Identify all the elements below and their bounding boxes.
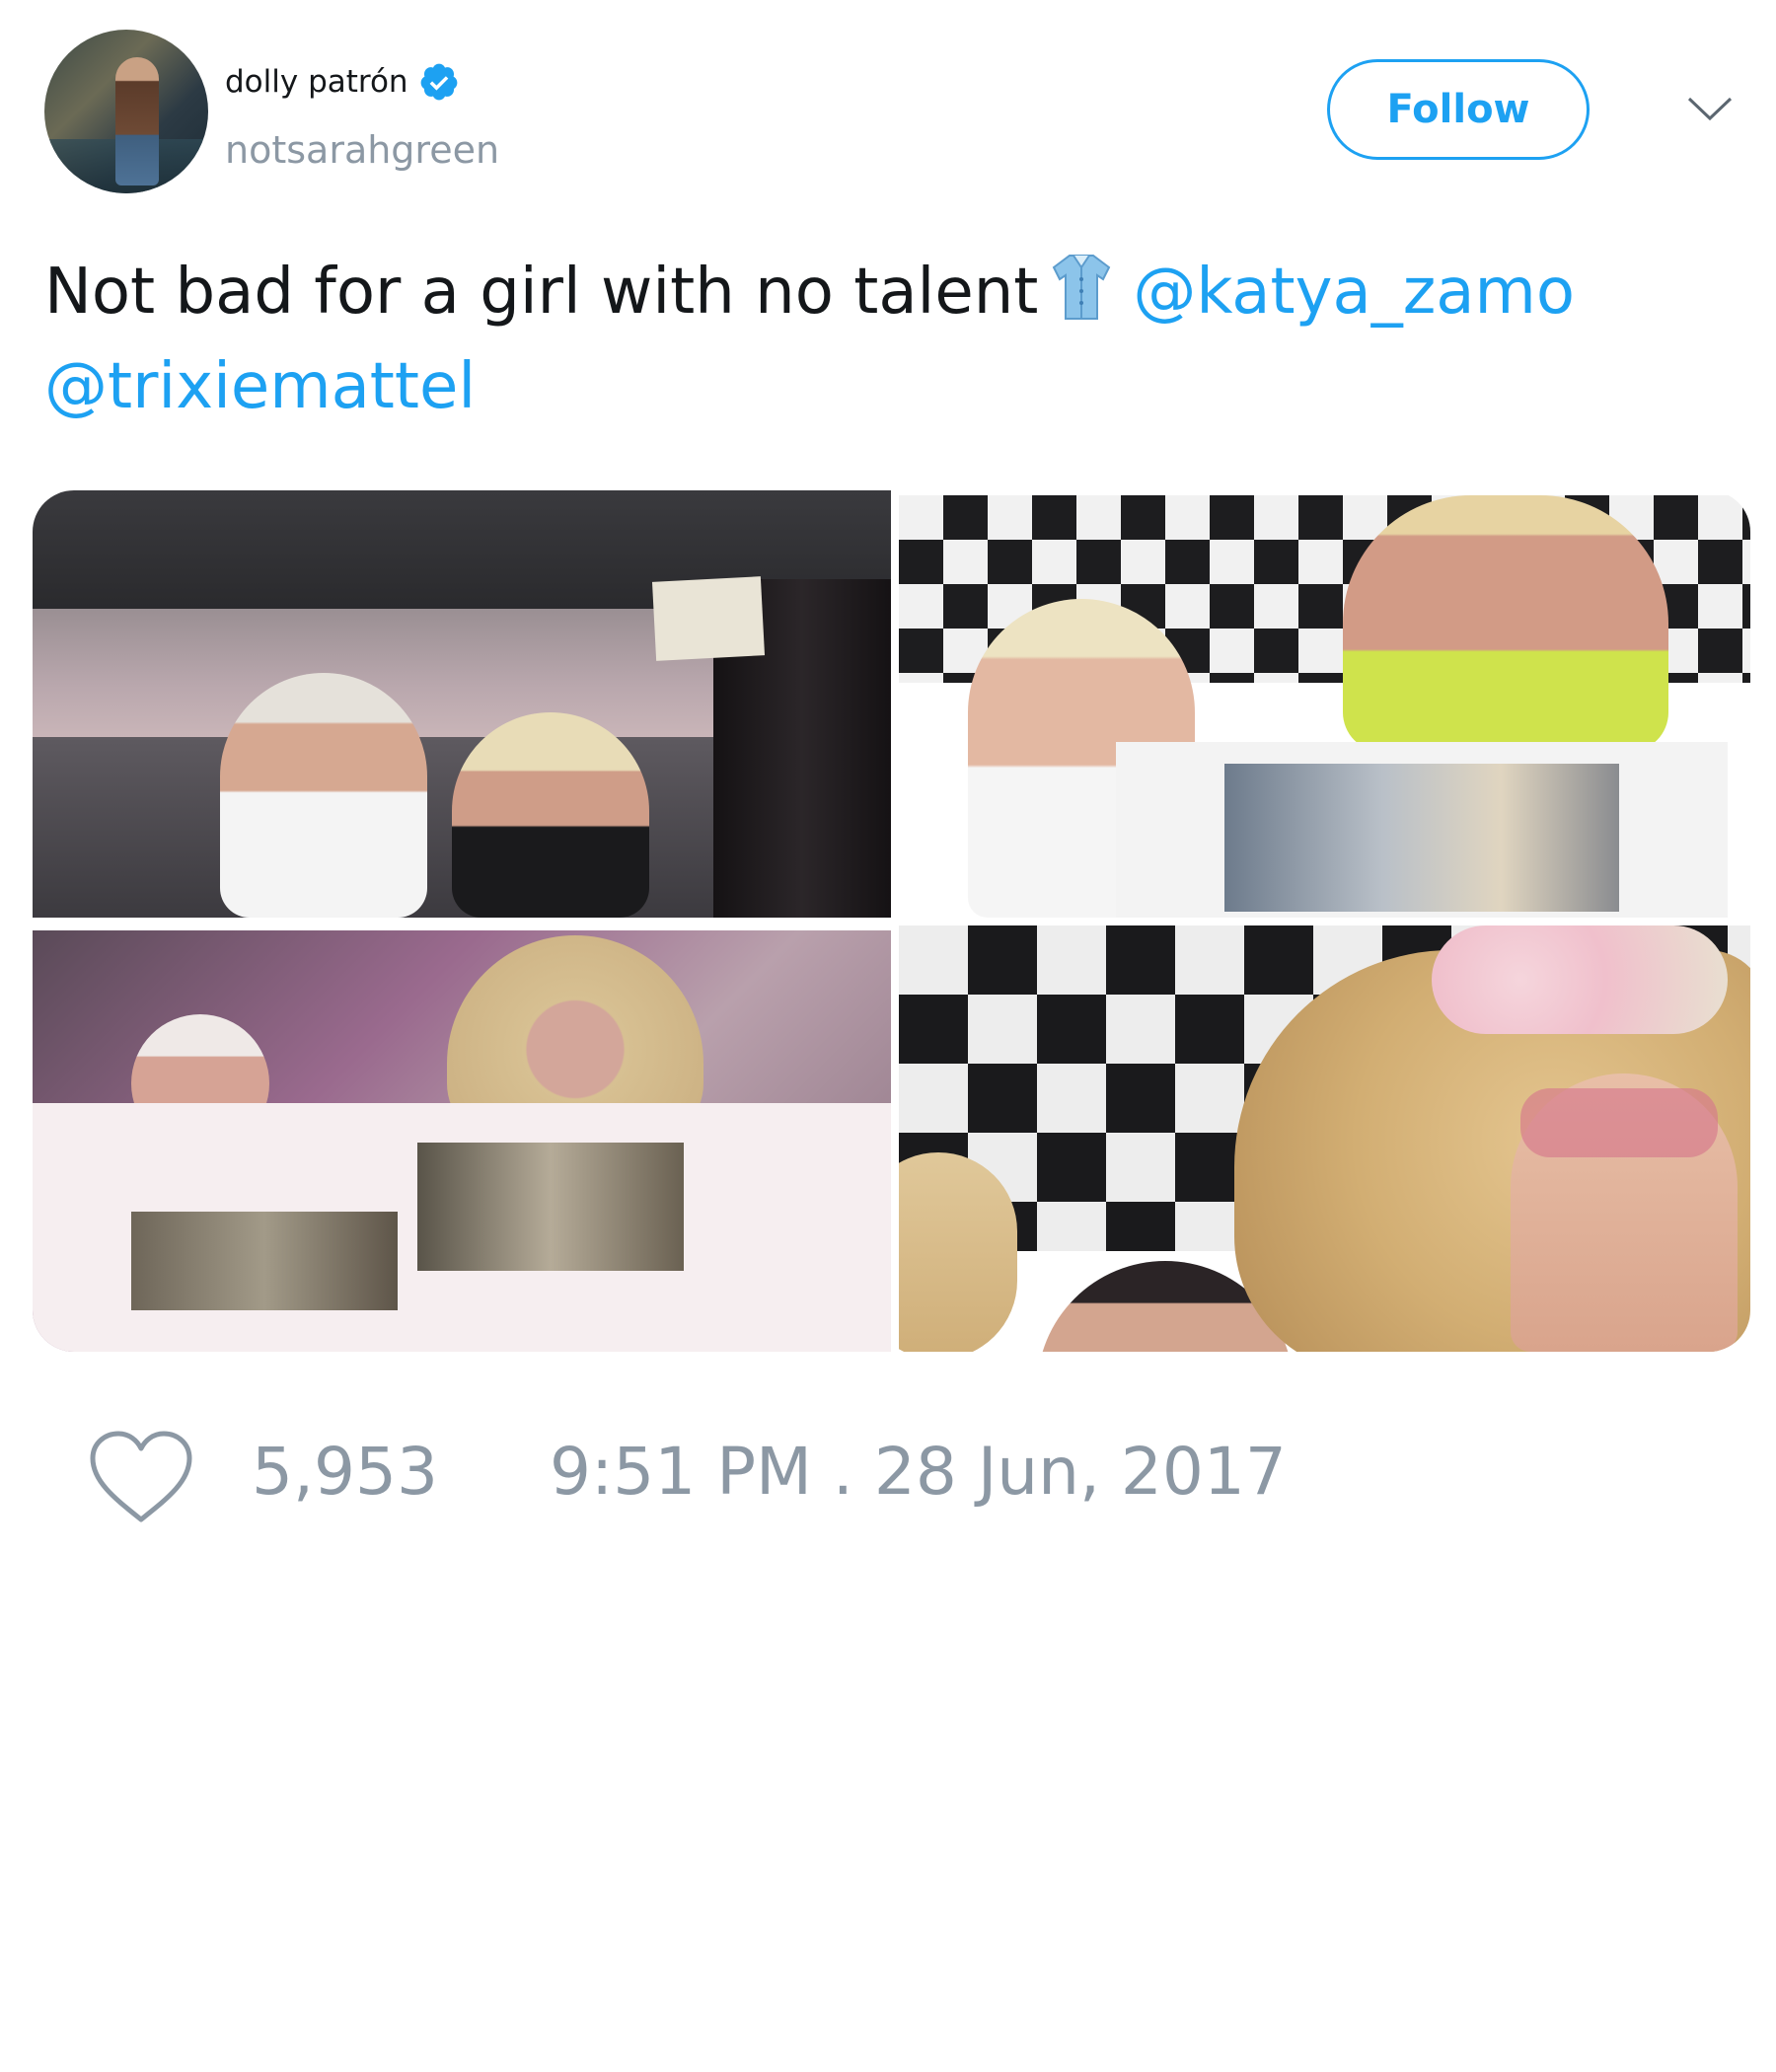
media-grid [33,490,1750,1352]
verified-badge-icon [420,63,457,101]
tweet-text-line-2: @trixiemattel [44,339,476,434]
avatar-figure [115,57,159,185]
mention-link-trixie[interactable]: @trixiemattel [44,350,476,423]
photo-3[interactable] [33,930,891,1352]
chevron-down-icon[interactable] [1685,91,1735,126]
photo-2[interactable] [899,495,1750,918]
tweet-body: Not bad for a girl with no talent [44,256,1039,329]
photo-1[interactable] [33,490,891,918]
avatar[interactable] [44,30,208,193]
photo-4-flower-crown [1432,925,1728,1034]
display-name[interactable]: dolly patrón [225,64,408,100]
photo-3-shirt-print [417,1143,684,1271]
photo-1-person [220,673,427,918]
follow-button[interactable]: Follow [1327,59,1590,160]
photo-4-person [899,1152,1017,1352]
photo-2-shirt-print [1224,764,1619,912]
like-count[interactable]: 5,953 [252,1433,438,1512]
photo-1-person [452,712,649,918]
photo-4[interactable] [899,925,1750,1352]
mention-link-katya[interactable]: @katya_zamo [1133,256,1575,329]
timestamp[interactable]: 9:51 PM . 28 Jun, 2017 [550,1433,1287,1512]
heart-icon[interactable] [87,1429,195,1527]
author-name-row[interactable]: dolly patrón [225,61,460,103]
username[interactable]: notsarahgreen [225,128,499,172]
photo-2-person [1343,495,1668,752]
shirt-icon [1053,255,1111,320]
photo-3-shirt-print [131,1212,398,1310]
tweet-text: Not bad for a girl with no talent @katya… [44,245,1741,339]
photo-4-glasses [1520,1088,1718,1157]
photo-1-sign [651,576,766,661]
